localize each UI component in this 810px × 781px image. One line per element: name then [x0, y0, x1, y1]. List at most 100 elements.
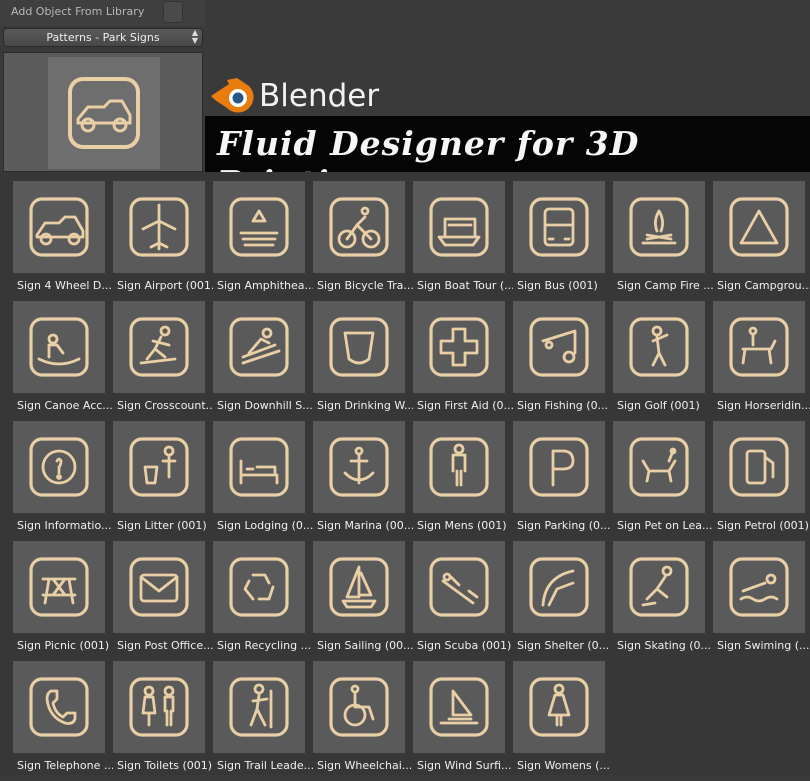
information-icon	[29, 437, 89, 497]
library-item[interactable]: Sign Scuba (001)	[413, 541, 513, 661]
library-item[interactable]: Sign Swiming (...	[713, 541, 810, 661]
library-item-thumbnail[interactable]	[13, 181, 105, 273]
library-item[interactable]: Sign Toilets (001)	[113, 661, 213, 781]
library-item[interactable]: Sign Skating (0...	[613, 541, 713, 661]
library-item-thumbnail[interactable]	[613, 301, 705, 393]
library-item[interactable]: Sign Informatio...	[13, 421, 113, 541]
library-item-thumbnail[interactable]	[313, 541, 405, 633]
library-item-thumbnail[interactable]	[213, 301, 305, 393]
library-item-thumbnail[interactable]	[13, 301, 105, 393]
library-item[interactable]: Sign Womens (...	[513, 661, 613, 781]
library-item-thumbnail[interactable]	[413, 301, 505, 393]
library-item-thumbnail[interactable]	[213, 421, 305, 513]
library-item-thumbnail[interactable]	[613, 181, 705, 273]
library-item-thumbnail[interactable]	[213, 661, 305, 753]
boat-icon	[429, 197, 489, 257]
library-item[interactable]: Sign Bicycle Tra...	[313, 181, 413, 301]
library-item-thumbnail[interactable]	[113, 541, 205, 633]
library-item[interactable]: Sign Telephone ...	[13, 661, 113, 781]
library-item[interactable]: Sign Wind Surfi...	[413, 661, 513, 781]
library-item[interactable]: Sign Trail Leade...	[213, 661, 313, 781]
library-item-thumbnail[interactable]	[213, 541, 305, 633]
library-item-thumbnail[interactable]	[113, 661, 205, 753]
library-item-thumbnail[interactable]	[113, 421, 205, 513]
library-item[interactable]: Sign Airport (001...	[113, 181, 213, 301]
library-item[interactable]: Sign Parking (0...	[513, 421, 613, 541]
library-item-label: Sign Picnic (001)	[17, 639, 110, 652]
library-item[interactable]: Sign Campgrou...	[713, 181, 810, 301]
library-item-thumbnail[interactable]	[313, 301, 405, 393]
library-item-thumbnail[interactable]	[713, 181, 805, 273]
library-item-thumbnail[interactable]	[413, 541, 505, 633]
library-item[interactable]: Sign Mens (001)	[413, 421, 513, 541]
library-item-label: Sign Pet on Lea...	[617, 519, 713, 532]
library-item-thumbnail[interactable]	[613, 421, 705, 513]
library-item[interactable]: Sign 4 Wheel D...	[13, 181, 113, 301]
library-item[interactable]: Sign Pet on Lea...	[613, 421, 713, 541]
library-item-thumbnail[interactable]	[213, 181, 305, 273]
library-item-thumbnail[interactable]	[513, 541, 605, 633]
library-item[interactable]: Sign Boat Tour (...	[413, 181, 513, 301]
library-item-label: Sign Downhill S...	[217, 399, 313, 412]
horse-icon	[729, 317, 789, 377]
library-item[interactable]: Sign Drinking W...	[313, 301, 413, 421]
library-item-thumbnail[interactable]	[713, 421, 805, 513]
campfire-icon	[629, 197, 689, 257]
library-item-label: Sign Bus (001)	[517, 279, 598, 292]
library-item[interactable]: Sign Bus (001)	[513, 181, 613, 301]
library-item[interactable]: Sign Downhill S...	[213, 301, 313, 421]
scuba-icon	[429, 557, 489, 617]
tent-icon	[729, 197, 789, 257]
library-item[interactable]: Sign Golf (001)	[613, 301, 713, 421]
library-item[interactable]: Sign First Aid (0...	[413, 301, 513, 421]
library-item-thumbnail[interactable]	[713, 301, 805, 393]
library-item[interactable]: Sign Wheelchai...	[313, 661, 413, 781]
library-item-thumbnail[interactable]	[413, 421, 505, 513]
library-item-thumbnail[interactable]	[413, 661, 505, 753]
library-item[interactable]: Sign Canoe Acc...	[13, 301, 113, 421]
library-item[interactable]: Sign Amphithea...	[213, 181, 313, 301]
library-item[interactable]: Sign Petrol (001)	[713, 421, 810, 541]
library-item-label: Sign Swiming (...	[717, 639, 810, 652]
library-item-label: Sign Campgrou...	[717, 279, 810, 292]
library-item-thumbnail[interactable]	[713, 541, 805, 633]
library-item[interactable]: Sign Litter (001)	[113, 421, 213, 541]
library-item[interactable]: Sign Lodging (0...	[213, 421, 313, 541]
amphitheater-icon	[229, 197, 289, 257]
library-item[interactable]: Sign Camp Fire ...	[613, 181, 713, 301]
blender-logo-icon	[211, 78, 254, 113]
library-item-thumbnail[interactable]	[113, 301, 205, 393]
library-item-label: Sign Marina (00...	[317, 519, 413, 532]
library-item-thumbnail[interactable]	[513, 661, 605, 753]
envelope-icon	[129, 557, 189, 617]
library-item[interactable]: Sign Sailing (00...	[313, 541, 413, 661]
golf-icon	[629, 317, 689, 377]
library-item[interactable]: Sign Shelter (0...	[513, 541, 613, 661]
library-item-thumbnail[interactable]	[13, 541, 105, 633]
panel-options-button[interactable]	[163, 1, 183, 23]
category-dropdown[interactable]: Patterns - Park Signs ▲ ▼	[3, 28, 203, 47]
library-item-thumbnail[interactable]	[513, 421, 605, 513]
drinking-water-icon	[329, 317, 389, 377]
library-item-thumbnail[interactable]	[313, 661, 405, 753]
library-item-label: Sign 4 Wheel D...	[17, 279, 112, 292]
library-item-thumbnail[interactable]	[113, 181, 205, 273]
library-item[interactable]: Sign Post Office...	[113, 541, 213, 661]
library-item-thumbnail[interactable]	[313, 181, 405, 273]
library-item-thumbnail[interactable]	[413, 181, 505, 273]
library-item-label: Sign Telephone ...	[17, 759, 113, 772]
library-item[interactable]: Sign Marina (00...	[313, 421, 413, 541]
library-item-thumbnail[interactable]	[313, 421, 405, 513]
library-item-thumbnail[interactable]	[13, 421, 105, 513]
library-item[interactable]: Sign Picnic (001)	[13, 541, 113, 661]
recycling-icon	[229, 557, 289, 617]
library-item[interactable]: Sign Fishing (0...	[513, 301, 613, 421]
library-item-thumbnail[interactable]	[13, 661, 105, 753]
library-item[interactable]: Sign Crosscount...	[113, 301, 213, 421]
library-item[interactable]: Sign Recycling ...	[213, 541, 313, 661]
library-item-thumbnail[interactable]	[513, 301, 605, 393]
library-item-thumbnail[interactable]	[513, 181, 605, 273]
splash-banner: Blender Fluid Designer for 3D Printing	[205, 70, 810, 202]
library-item-thumbnail[interactable]	[613, 541, 705, 633]
library-item[interactable]: Sign Horseridin...	[713, 301, 810, 421]
